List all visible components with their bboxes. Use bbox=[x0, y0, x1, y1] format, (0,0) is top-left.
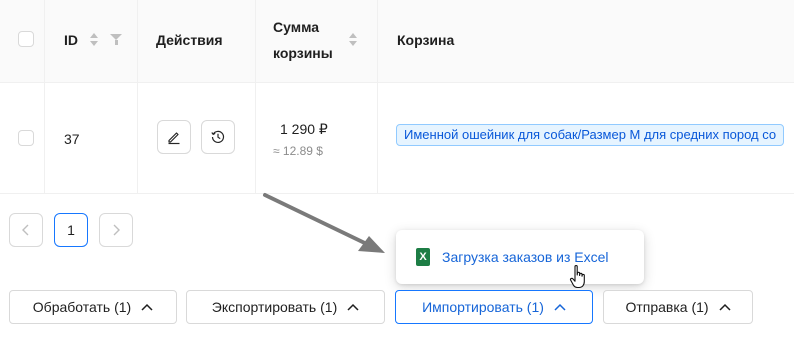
import-button[interactable]: Импортировать (1) bbox=[395, 290, 593, 324]
cart-sum-usd: ≈ 12.89 $ bbox=[273, 144, 323, 158]
filter-icon[interactable] bbox=[110, 34, 122, 45]
edit-button[interactable] bbox=[157, 120, 191, 154]
column-divider bbox=[255, 0, 256, 82]
export-button[interactable]: Экспортировать (1) bbox=[186, 290, 385, 324]
cart-sum: 1 290 ₽ bbox=[280, 121, 328, 137]
chevron-right-icon bbox=[113, 224, 120, 236]
history-button[interactable] bbox=[201, 120, 235, 154]
hand-cursor-icon bbox=[569, 264, 585, 289]
chevron-up-icon bbox=[347, 303, 359, 311]
process-button-label: Обработать (1) bbox=[32, 299, 132, 315]
row-divider bbox=[0, 193, 794, 194]
export-button-label: Экспортировать (1) bbox=[211, 299, 338, 315]
column-divider bbox=[377, 82, 378, 193]
select-all-checkbox[interactable] bbox=[18, 31, 34, 47]
page-button-current[interactable]: 1 bbox=[54, 213, 88, 247]
chevron-up-icon bbox=[141, 303, 153, 311]
prev-page-button[interactable] bbox=[9, 213, 43, 247]
process-button[interactable]: Обработать (1) bbox=[9, 290, 177, 324]
order-id: 37 bbox=[64, 131, 80, 147]
cart-item-tag: Именной ошейник для собак/Размер М для с… bbox=[396, 124, 785, 146]
column-header-actions: Действия bbox=[156, 32, 223, 48]
pencil-icon bbox=[168, 132, 180, 145]
column-header-sum-line1: Сумма bbox=[273, 19, 320, 35]
sort-icon[interactable] bbox=[89, 32, 99, 48]
column-divider bbox=[137, 82, 138, 193]
chevron-up-icon bbox=[554, 303, 566, 311]
next-page-button[interactable] bbox=[99, 213, 133, 247]
sort-icon[interactable] bbox=[348, 32, 358, 48]
column-divider bbox=[377, 0, 378, 82]
shipping-button[interactable]: Отправка (1) bbox=[603, 290, 753, 324]
column-header-cart: Корзина bbox=[397, 32, 455, 48]
history-icon bbox=[211, 130, 225, 143]
column-divider bbox=[44, 0, 45, 82]
excel-icon: X bbox=[416, 248, 430, 266]
chevron-left-icon bbox=[22, 224, 29, 236]
import-button-label: Импортировать (1) bbox=[422, 299, 544, 315]
column-header-id: ID bbox=[64, 32, 78, 48]
column-header-sum-line2: корзины bbox=[273, 45, 333, 61]
dropdown-item-label: Загрузка заказов из Excel bbox=[442, 249, 609, 265]
cart-cell: Именной ошейник для собак/Размер М для с… bbox=[396, 124, 794, 148]
column-divider bbox=[255, 82, 256, 193]
shipping-button-label: Отправка (1) bbox=[625, 299, 709, 315]
annotation-arrow-icon bbox=[263, 193, 385, 253]
chevron-up-icon bbox=[719, 303, 731, 311]
row-checkbox[interactable] bbox=[18, 130, 34, 146]
column-divider bbox=[44, 82, 45, 193]
column-divider bbox=[137, 0, 138, 82]
